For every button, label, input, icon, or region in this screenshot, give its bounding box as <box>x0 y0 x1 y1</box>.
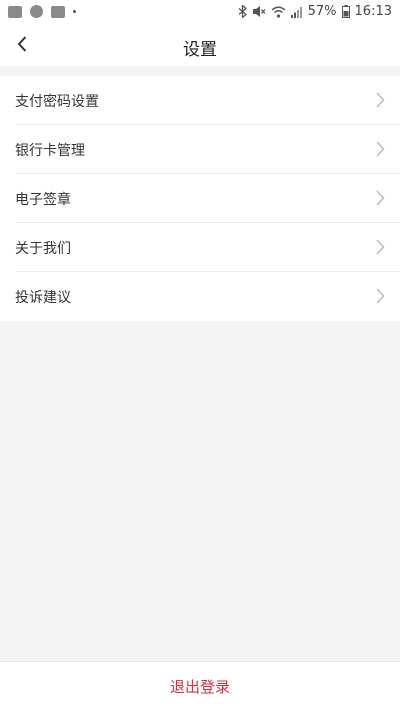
battery-icon <box>341 5 350 18</box>
gallery-icon <box>8 5 22 18</box>
menu-item-label: 关于我们 <box>15 240 71 257</box>
mute-icon <box>252 5 266 18</box>
page-title: 设置 <box>183 40 217 60</box>
chevron-right-icon <box>374 189 386 207</box>
shopping-bag-icon <box>51 5 65 18</box>
clock: 16:13 <box>354 4 392 19</box>
signal-icon <box>290 6 303 18</box>
chevron-right-icon <box>374 238 386 256</box>
wifi-icon <box>271 6 286 18</box>
system-status: 57% 16:13 <box>238 4 392 19</box>
menu-item-feedback[interactable]: 投诉建议 <box>0 272 400 321</box>
chevron-right-icon <box>374 140 386 158</box>
menu-item-label: 支付密码设置 <box>15 93 99 110</box>
menu-item-label: 电子签章 <box>15 191 71 208</box>
menu-item-payment-password[interactable]: 支付密码设置 <box>0 76 400 125</box>
app-notification-icon <box>30 5 43 18</box>
header: 设置 <box>0 26 400 66</box>
menu-item-label: 银行卡管理 <box>15 142 85 159</box>
menu-item-bank-card[interactable]: 银行卡管理 <box>0 125 400 174</box>
battery-percent: 57% <box>307 4 337 19</box>
status-bar: 57% 16:13 <box>0 0 400 26</box>
settings-screen: 57% 16:13 设置 支付密码设置 银行卡管理 电子签章 关于我们 投诉建议… <box>0 0 400 711</box>
more-notifications-dot-icon <box>73 10 76 13</box>
notification-icons <box>8 5 76 18</box>
settings-menu: 支付密码设置 银行卡管理 电子签章 关于我们 投诉建议 <box>0 76 400 321</box>
chevron-right-icon <box>374 91 386 109</box>
bluetooth-icon <box>238 5 247 18</box>
menu-item-e-signature[interactable]: 电子签章 <box>0 174 400 223</box>
chevron-right-icon <box>374 287 386 305</box>
logout-label: 退出登录 <box>169 678 230 696</box>
menu-item-label: 投诉建议 <box>15 289 71 306</box>
menu-item-about-us[interactable]: 关于我们 <box>0 223 400 272</box>
logout-button[interactable]: 退出登录 <box>0 661 400 711</box>
